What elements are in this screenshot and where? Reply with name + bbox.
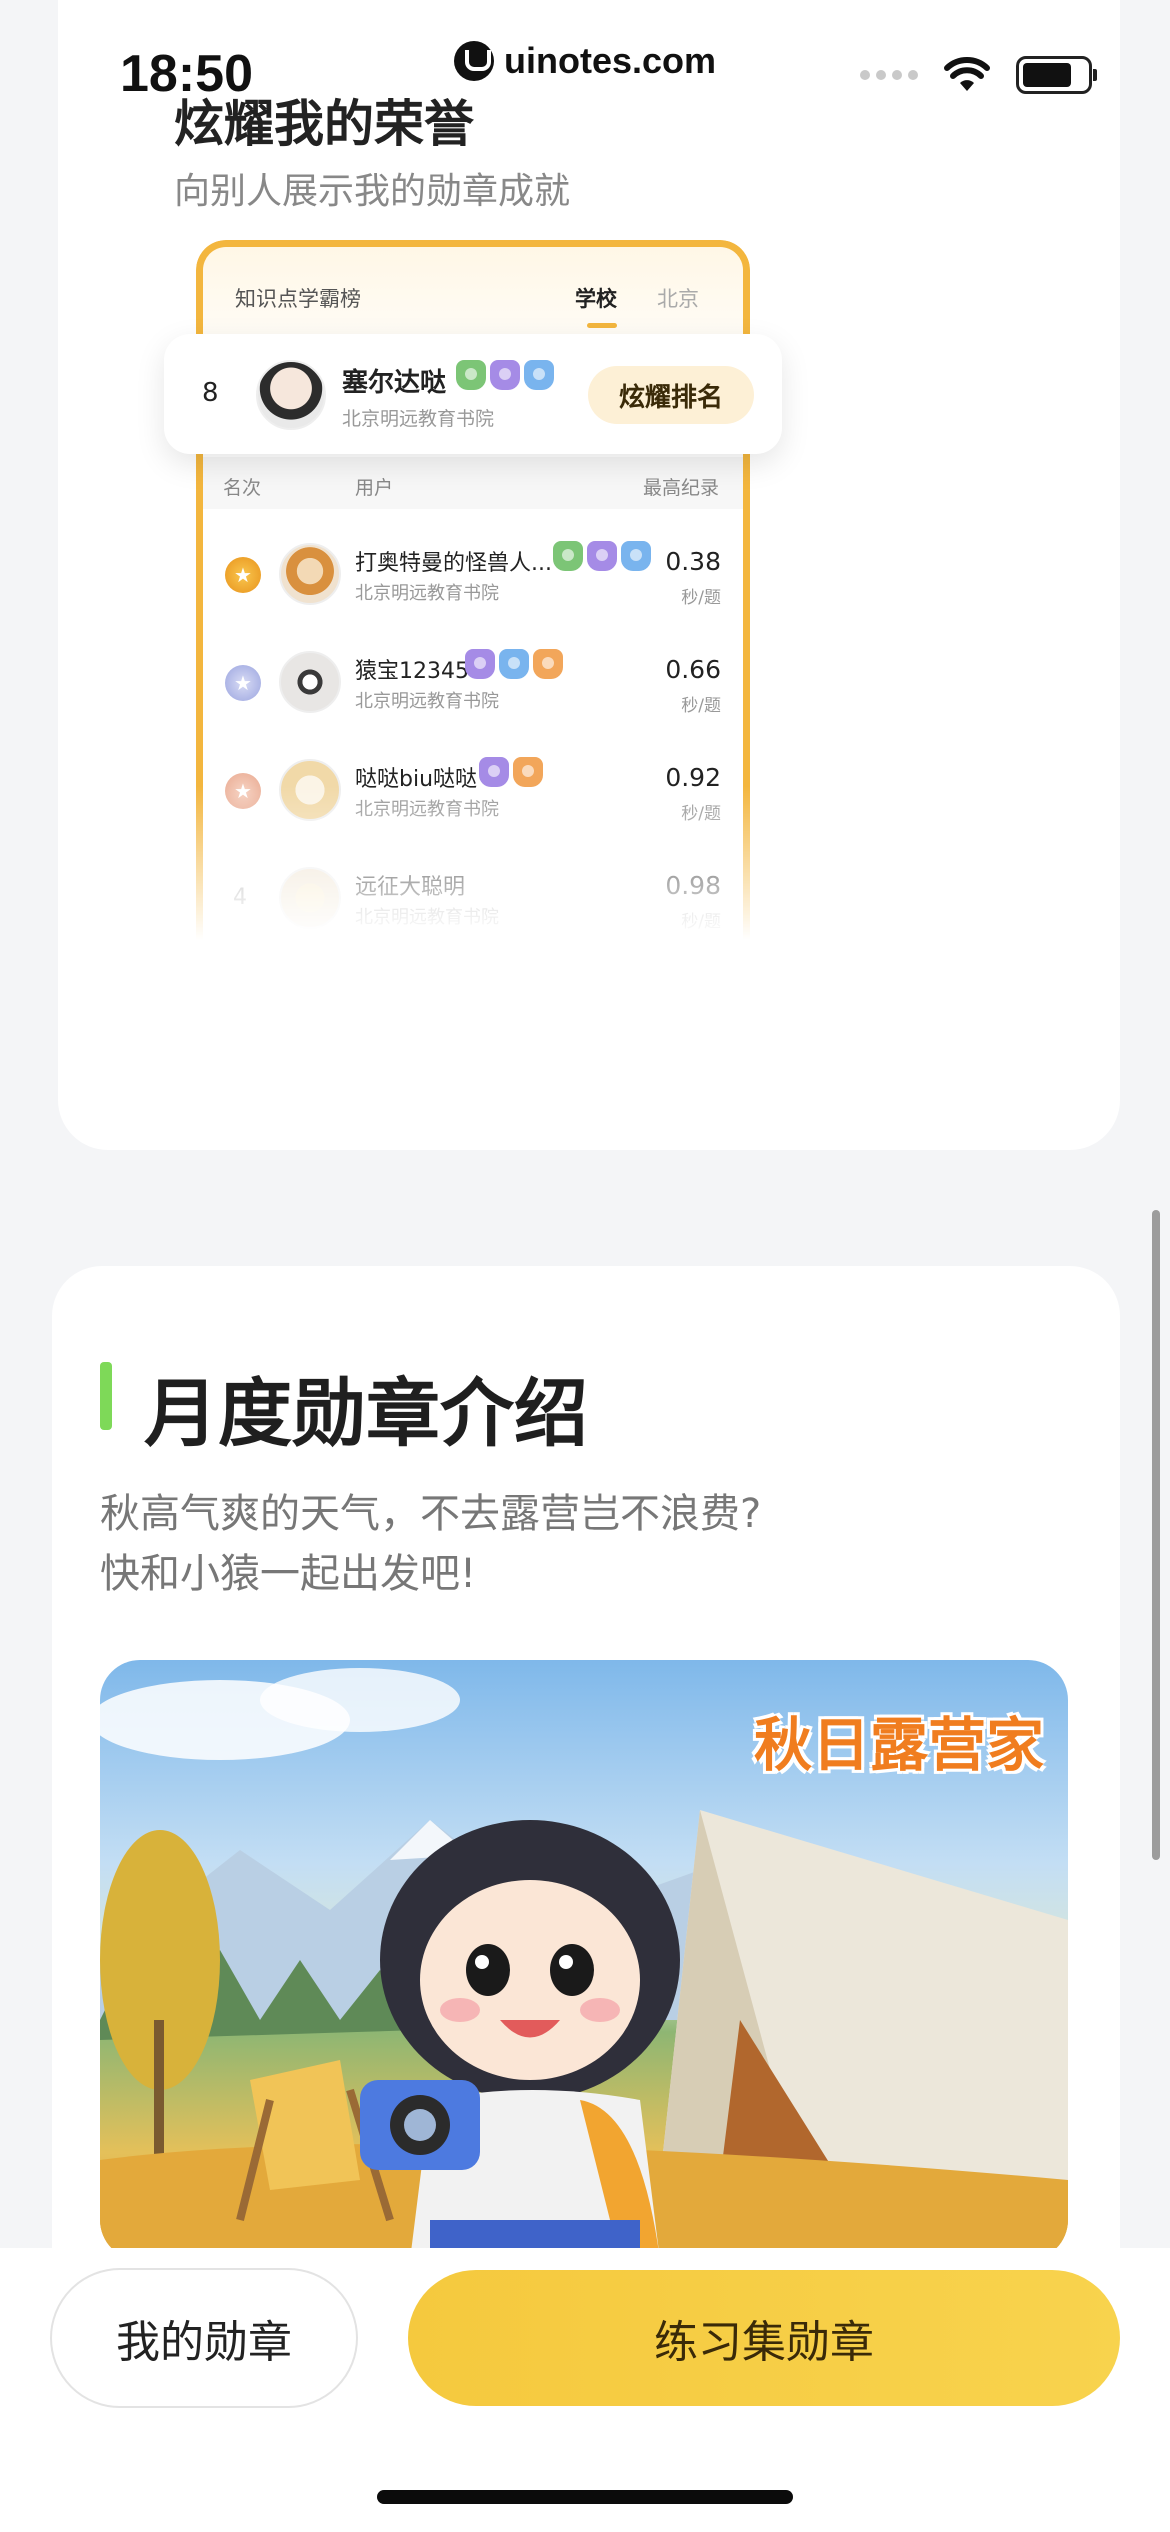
leaderboard-row[interactable]: ★ 猿宝12345 北京明远教育书院 0.66 秒/题 <box>203 635 743 735</box>
orange-badge-icon <box>513 757 543 787</box>
my-rank-number: 8 <box>202 378 219 408</box>
user-school: 北京明远教育书院 <box>355 583 499 604</box>
leaderboard-row[interactable]: ★ 打奥特曼的怪兽人... 北京明远教育书院 0.38 秒/题 <box>203 527 743 627</box>
green-badge-icon <box>456 360 486 390</box>
user-name: 打奥特曼的怪兽人... <box>355 551 552 576</box>
site-logo-icon <box>453 41 494 81</box>
badge-group <box>456 360 554 390</box>
green-badge-icon <box>553 541 583 571</box>
tab-school[interactable]: 学校 <box>575 283 617 313</box>
my-rank-card: 8 塞尔达哒 北京明远教育书院 炫耀排名 <box>164 334 782 454</box>
monthly-description-line2: 快和小猿一起出发吧! <box>100 1551 477 1597</box>
scrollbar[interactable] <box>1152 1210 1160 1860</box>
leaderboard-header: 名次 用户 最高纪录 <box>203 457 743 509</box>
bronze-medal-icon: ★ <box>225 773 261 809</box>
avatar <box>279 867 341 929</box>
column-record: 最高纪录 <box>643 477 720 499</box>
status-icons <box>860 56 1097 94</box>
my-name: 塞尔达哒 <box>342 368 447 398</box>
url-pill[interactable]: uinotes.com <box>438 26 732 96</box>
monthly-description-line1: 秋高气爽的天气，不去露营岂不浪费? <box>100 1491 762 1537</box>
user-name: 远征大聪明 <box>355 875 466 900</box>
record-unit: 秒/题 <box>681 588 721 608</box>
honor-subtitle: 向别人展示我的勋章成就 <box>174 171 571 212</box>
user-name: 猿宝12345 <box>355 659 469 684</box>
show-off-rank-button[interactable]: 炫耀排名 <box>588 366 754 424</box>
user-school: 北京明远教育书院 <box>355 691 499 712</box>
purple-badge-icon <box>479 757 509 787</box>
battery-icon <box>1016 56 1097 94</box>
purple-badge-icon <box>465 649 495 679</box>
status-bar: 18:50 uinotes.com <box>0 0 1170 120</box>
my-badges-button[interactable]: 我的勋章 <box>50 2268 358 2408</box>
monthly-badge-banner[interactable]: 秋日露营家 <box>100 1660 1068 2260</box>
avatar <box>279 543 341 605</box>
signal-dots-icon <box>860 70 918 80</box>
url-text: uinotes.com <box>503 40 717 81</box>
my-school: 北京明远教育书院 <box>342 408 495 430</box>
column-rank: 名次 <box>223 477 262 499</box>
avatar <box>279 651 341 713</box>
leaderboard-row[interactable]: 4 远征大聪明 北京明远教育书院 0.98 秒/题 <box>203 851 743 951</box>
home-indicator[interactable] <box>377 2490 793 2504</box>
badge-group <box>553 541 651 571</box>
orange-badge-icon <box>533 649 563 679</box>
blue-badge-icon <box>621 541 651 571</box>
monthly-title: 月度勋章介绍 <box>144 1371 588 1457</box>
record-value: 0.38 <box>665 547 721 576</box>
user-school: 北京明远教育书院 <box>355 907 499 928</box>
record-value: 0.66 <box>665 655 721 684</box>
rank-number: 4 <box>233 885 247 910</box>
leaderboard-title: 知识点学霸榜 <box>235 287 361 311</box>
tab-underline <box>587 323 617 328</box>
record-unit: 秒/题 <box>681 912 721 932</box>
record-value: 0.98 <box>665 871 721 900</box>
banner-title: 秋日露营家 <box>753 1711 1044 1779</box>
clock: 18:50 <box>120 45 253 103</box>
blue-badge-icon <box>499 649 529 679</box>
user-school: 北京明远教育书院 <box>355 799 499 820</box>
gold-medal-icon: ★ <box>225 557 261 593</box>
leaderboard-row[interactable]: ★ 哒哒biu哒哒 北京明远教育书院 0.92 秒/题 <box>203 743 743 843</box>
badge-group <box>465 649 563 679</box>
column-user: 用户 <box>355 477 394 499</box>
record-unit: 秒/题 <box>681 804 721 824</box>
user-name: 哒哒biu哒哒 <box>355 767 478 792</box>
practice-set-badges-button[interactable]: 练习集勋章 <box>408 2270 1120 2406</box>
record-value: 0.92 <box>665 763 721 792</box>
honor-card: 炫耀我的荣誉 向别人展示我的勋章成就 知识点学霸榜 学校 北京 名次 用户 最高… <box>58 0 1120 1150</box>
wifi-icon <box>944 57 990 91</box>
blue-badge-icon <box>524 360 554 390</box>
purple-badge-icon <box>490 360 520 390</box>
badge-group <box>479 757 543 787</box>
title-accent-bar <box>100 1362 112 1430</box>
avatar <box>279 759 341 821</box>
avatar <box>256 360 326 430</box>
record-unit: 秒/题 <box>681 696 721 716</box>
tab-beijing[interactable]: 北京 <box>657 283 699 313</box>
purple-badge-icon <box>587 541 617 571</box>
silver-medal-icon: ★ <box>225 665 261 701</box>
monthly-description: 秋高气爽的天气，不去露营岂不浪费? 快和小猿一起出发吧! <box>100 1484 761 1604</box>
